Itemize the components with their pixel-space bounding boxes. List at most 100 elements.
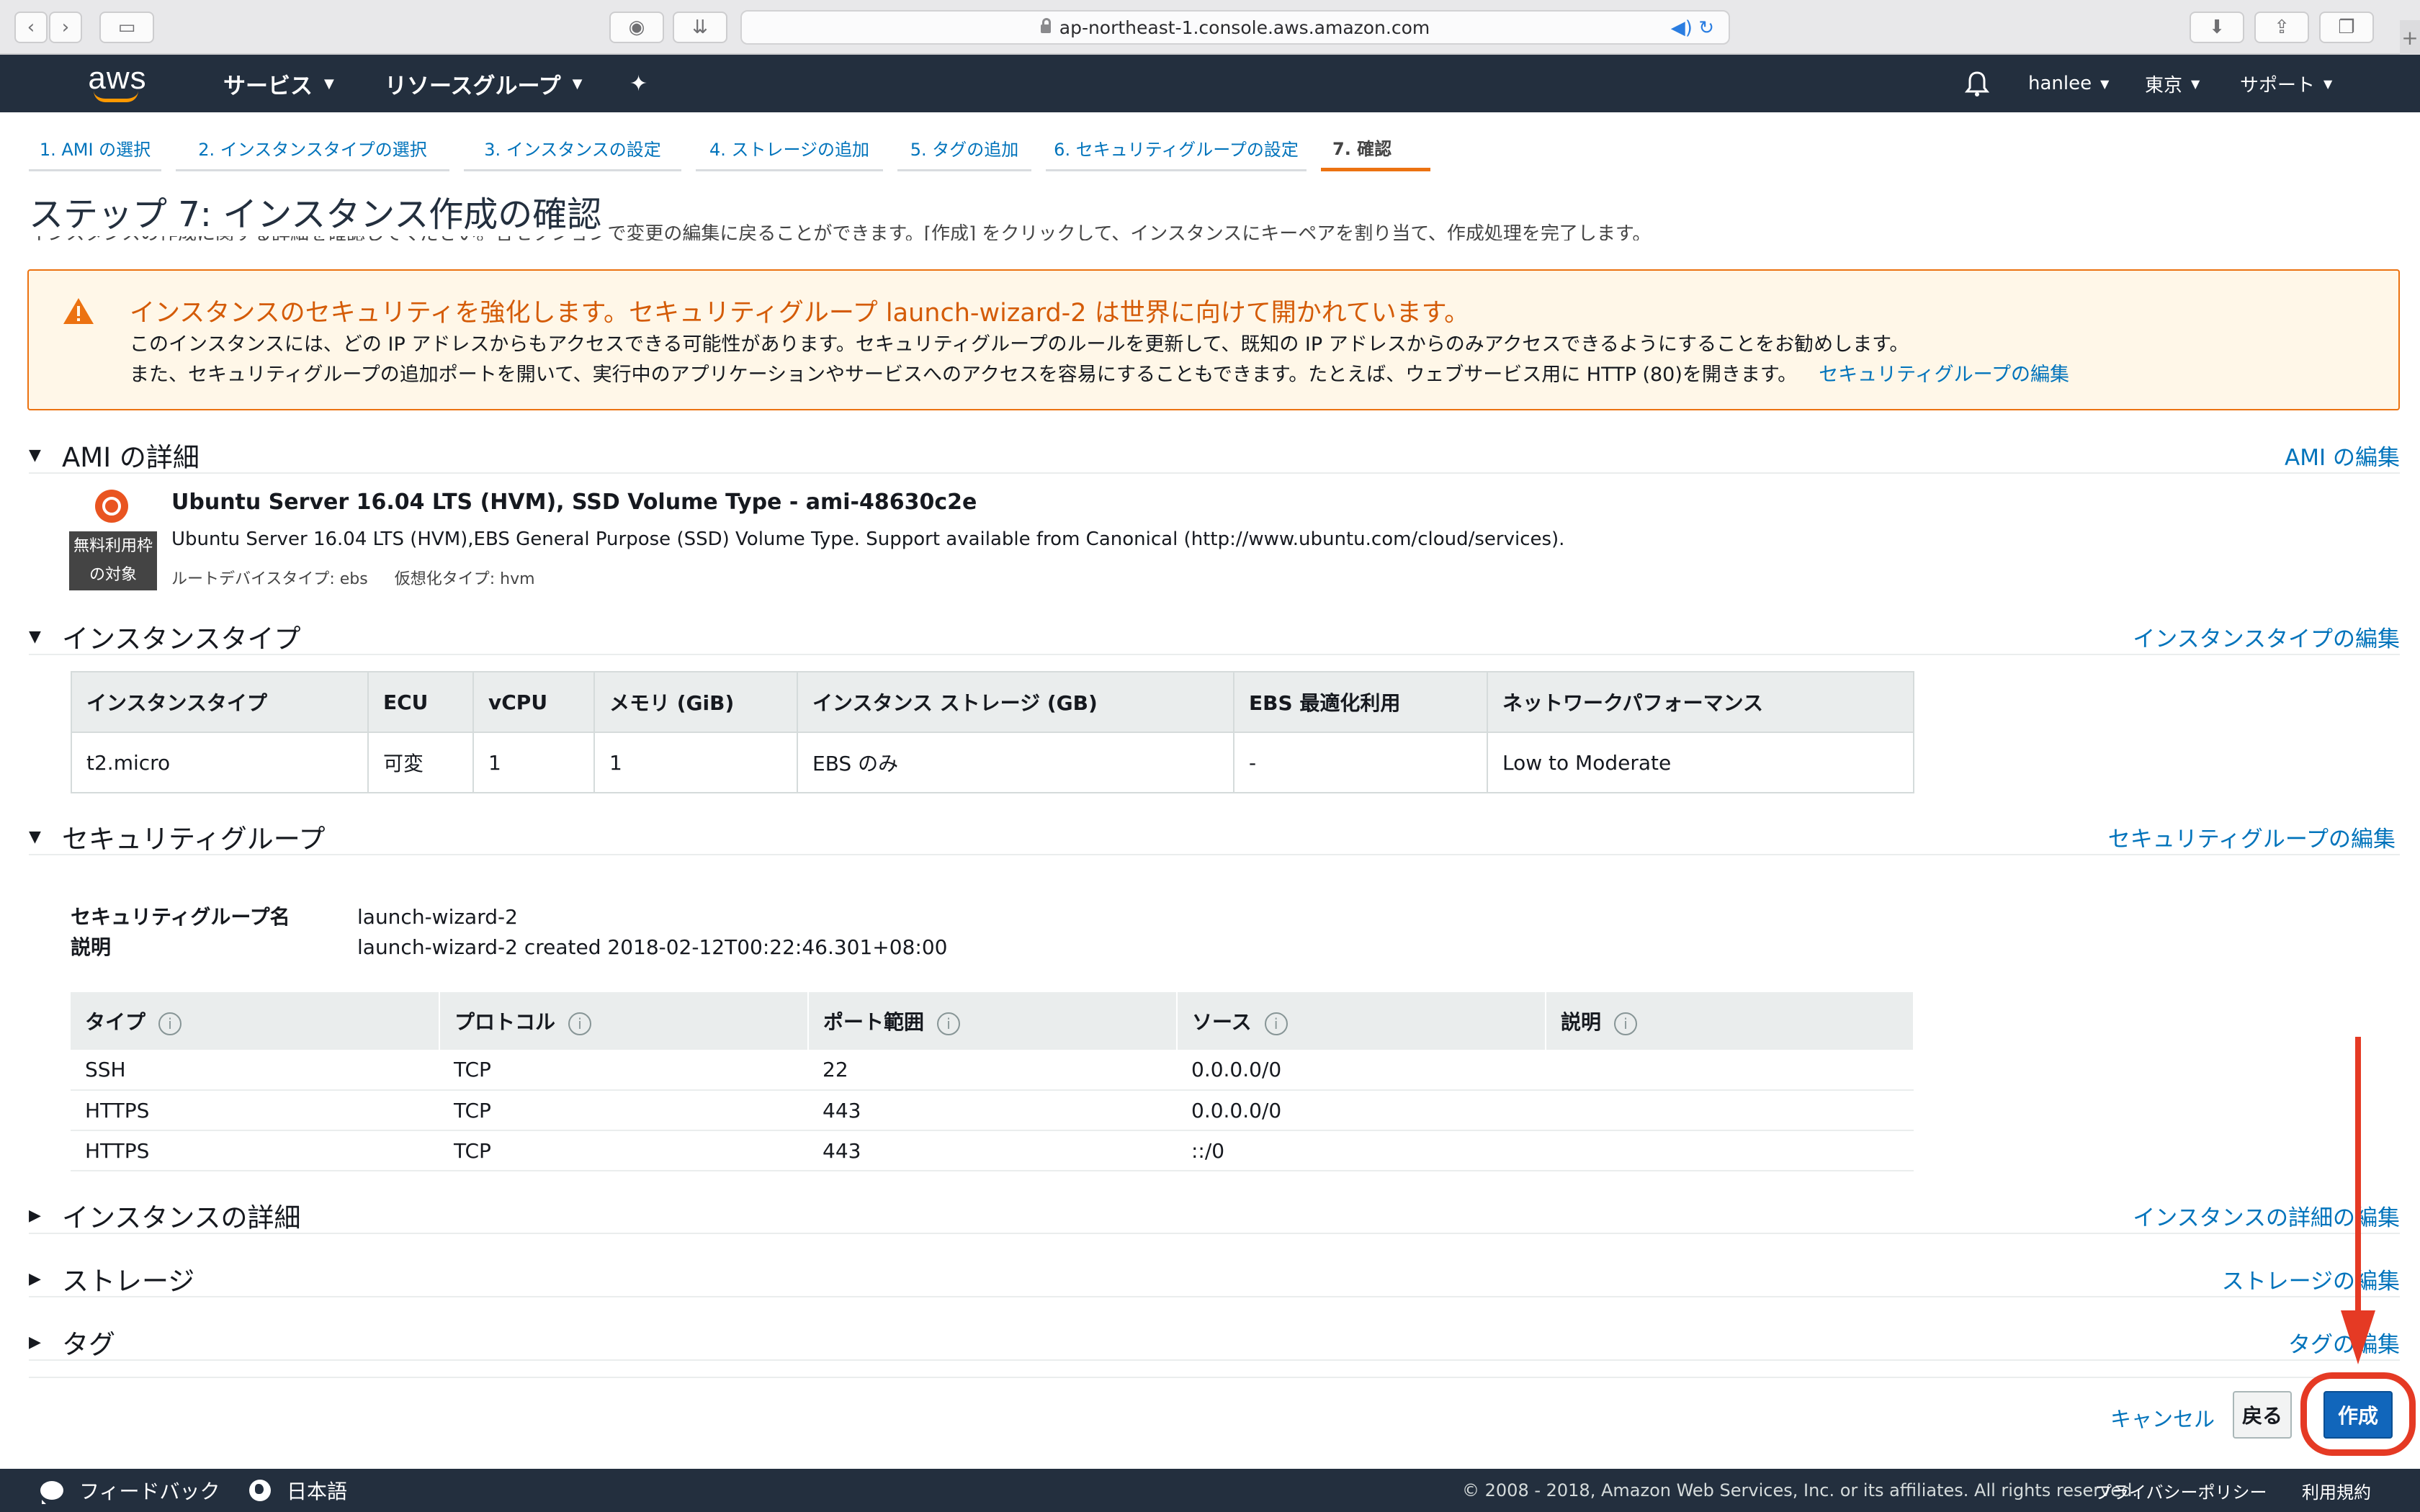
downloads-icon[interactable]: ⬇ — [2190, 12, 2244, 43]
cancel-button[interactable]: キャンセル — [2110, 1403, 2215, 1433]
forward-arrow-icon[interactable]: › — [49, 12, 82, 43]
caret-down-icon: ▼ — [29, 827, 41, 846]
table-cell: TCP — [439, 1130, 808, 1171]
ami-meta: ルートデバイスタイプ: ebs 仮想化タイプ: hvm — [171, 566, 557, 589]
table-row: HTTPS TCP 443 0.0.0.0/0 — [71, 1090, 1914, 1131]
tab-security-group[interactable]: 6. セキュリティグループの設定 — [1046, 127, 1307, 171]
address-bar[interactable]: ap-northeast-1.console.aws.amazon.com ◀)… — [740, 10, 1730, 45]
tab-add-tags[interactable]: 5. タグの追加 — [897, 127, 1031, 171]
reader-icon[interactable]: ◉ — [609, 12, 664, 43]
resource-groups-menu[interactable]: リソースグループ ▼ — [385, 55, 582, 112]
section-storage-header[interactable]: ▶ ストレージ ストレージの編集 — [29, 1261, 2400, 1297]
info-icon[interactable]: i — [568, 1012, 592, 1035]
reload-icon[interactable]: ◀) ↻ — [1671, 17, 1714, 39]
language-selector[interactable]: 日本語 — [249, 1469, 347, 1512]
table-cell — [1546, 1130, 1914, 1171]
feedback-button[interactable]: フィードバック — [40, 1469, 220, 1512]
column-header: ネットワークパフォーマンス — [1487, 671, 1914, 733]
security-warning-alert: インスタンスのセキュリティを強化します。セキュリティグループ launch-wi… — [27, 269, 2400, 410]
warning-text-1: このインスタンスには、どの IP アドレスからもアクセスできる可能性があります。… — [130, 333, 1909, 356]
section-title: インスタンスタイプ — [62, 624, 301, 654]
terms-link[interactable]: 利用規約 — [2302, 1469, 2371, 1512]
chevron-down-icon: ▼ — [324, 76, 334, 91]
table-cell: ::/0 — [1177, 1130, 1546, 1171]
chevron-down-icon: ▼ — [2100, 76, 2110, 91]
user-menu[interactable]: hanlee ▼ — [2028, 55, 2109, 112]
sidebar-icon[interactable]: ▭ — [99, 12, 154, 43]
edit-instance-type-link[interactable]: インスタンスタイプの編集 — [2133, 621, 2400, 653]
caret-right-icon: ▶ — [29, 1206, 41, 1225]
warning-text-2: また、セキュリティグループの追加ポートを開いて、実行中のアプリケーションやサービ… — [130, 364, 2069, 386]
tabs-overview-icon[interactable]: ❐ — [2319, 12, 2374, 43]
info-icon[interactable]: i — [158, 1012, 182, 1035]
bookmark-download-icon[interactable]: ⇊ — [673, 12, 727, 43]
table-cell — [1546, 1050, 1914, 1091]
share-icon[interactable]: ⇪ — [2254, 12, 2309, 43]
table-cell: 0.0.0.0/0 — [1177, 1050, 1546, 1091]
root-device-type: ルートデバイスタイプ: ebs — [171, 570, 368, 588]
column-header: ECU — [367, 671, 474, 733]
tab-instance-config[interactable]: 3. インスタンスの設定 — [464, 127, 681, 171]
services-menu[interactable]: サービス ▼ — [223, 55, 334, 112]
column-header: インスタンスタイプ — [71, 671, 369, 733]
caret-down-icon: ▼ — [29, 446, 41, 464]
section-title: タグ — [62, 1329, 115, 1360]
security-group-desc-row: 説明 launch-wizard-2 created 2018-02-12T00:… — [71, 935, 948, 959]
table-cell: 22 — [808, 1050, 1177, 1091]
privacy-policy-link[interactable]: プライバシーポリシー — [2094, 1469, 2267, 1512]
table-cell: TCP — [439, 1050, 808, 1091]
chevron-down-icon: ▼ — [2323, 76, 2333, 91]
bell-icon[interactable] — [1965, 71, 1989, 98]
ami-description: Ubuntu Server 16.04 LTS (HVM),EBS Genera… — [171, 528, 1565, 550]
new-tab-icon[interactable]: + — [2400, 20, 2420, 55]
caret-down-icon: ▼ — [29, 627, 41, 646]
aws-logo[interactable]: aws — [85, 60, 150, 105]
section-ami-header[interactable]: ▼ AMI の詳細 AMI の編集 — [29, 438, 2400, 474]
section-tags-header[interactable]: ▶ タグ タグの編集 — [29, 1325, 2400, 1361]
section-instance-type-header[interactable]: ▼ インスタンスタイプ インスタンスタイプの編集 — [29, 619, 2400, 655]
page-title: ステップ 7: インスタンス作成の確認 — [29, 186, 609, 236]
region-menu[interactable]: 東京 ▼ — [2145, 55, 2200, 112]
table-cell: Low to Moderate — [1487, 732, 1914, 793]
section-instance-details-header[interactable]: ▶ インスタンスの詳細 インスタンスの詳細の編集 — [29, 1198, 2400, 1234]
ubuntu-logo-icon — [95, 490, 128, 523]
red-highlight-circle — [2300, 1372, 2416, 1456]
browser-toolbar: ‹ › ▭ ◉ ⇊ ap-northeast-1.console.aws.ama… — [0, 0, 2420, 55]
security-rules-table: タイプ i プロトコル i ポート範囲 i ソース i 説明 i SSH TCP 22 0… — [71, 992, 1914, 1171]
section-security-group-header[interactable]: ▼ セキュリティグループ セキュリティグループの編集 — [29, 819, 2400, 855]
table-cell: TCP — [439, 1090, 808, 1131]
edit-security-group-link[interactable]: セキュリティグループの編集 — [2108, 821, 2396, 853]
tab-instance-type[interactable]: 2. インスタンスタイプの選択 — [176, 127, 449, 171]
tab-ami-select[interactable]: 1. AMI の選択 — [29, 127, 161, 171]
pin-icon[interactable]: ✦ — [629, 55, 647, 112]
wizard-steps: 1. AMI の選択 2. インスタンスタイプの選択 3. インスタンスの設定 … — [29, 127, 1440, 173]
column-header: メモリ (GiB) — [593, 671, 798, 733]
edit-security-group-link[interactable]: セキュリティグループの編集 — [1819, 364, 2069, 386]
virtualization-type: 仮想化タイプ: hvm — [394, 570, 535, 588]
column-header: タイプ i — [71, 992, 440, 1050]
globe-icon — [249, 1480, 271, 1501]
instance-type-table: インスタンスタイプ ECU vCPU メモリ (GiB) インスタンス ストレー… — [71, 671, 1914, 793]
copyright-text: © 2008 - 2018, Amazon Web Services, Inc.… — [1462, 1480, 2138, 1500]
aws-top-nav: aws サービス ▼ リソースグループ ▼ ✦ hanlee ▼ 東京 ▼ サポート ▼ — [0, 55, 2420, 112]
column-header: インスタンス ストレージ (GB) — [797, 671, 1234, 733]
info-icon[interactable]: i — [1614, 1012, 1638, 1035]
section-title: AMI の詳細 — [62, 442, 200, 473]
divider — [29, 1377, 2400, 1378]
edit-ami-link[interactable]: AMI の編集 — [2285, 439, 2400, 472]
info-icon[interactable]: i — [1264, 1012, 1288, 1035]
table-header-row: タイプ i プロトコル i ポート範囲 i ソース i 説明 i — [71, 992, 1914, 1050]
tab-review[interactable]: 7. 確認 — [1321, 127, 1430, 171]
table-cell: 0.0.0.0/0 — [1177, 1090, 1546, 1131]
back-arrow-icon[interactable]: ‹ — [14, 12, 48, 43]
table-cell: - — [1233, 732, 1488, 793]
chevron-down-icon: ▼ — [572, 76, 583, 91]
info-icon[interactable]: i — [937, 1012, 961, 1035]
url-text: ap-northeast-1.console.aws.amazon.com — [1059, 17, 1430, 38]
tab-add-storage[interactable]: 4. ストレージの追加 — [696, 127, 883, 171]
column-header: プロトコル i — [439, 992, 809, 1050]
table-cell: HTTPS — [71, 1090, 439, 1131]
column-header: EBS 最適化利用 — [1233, 671, 1488, 733]
support-menu[interactable]: サポート ▼ — [2240, 55, 2332, 112]
back-button[interactable]: 戻る — [2233, 1391, 2292, 1439]
